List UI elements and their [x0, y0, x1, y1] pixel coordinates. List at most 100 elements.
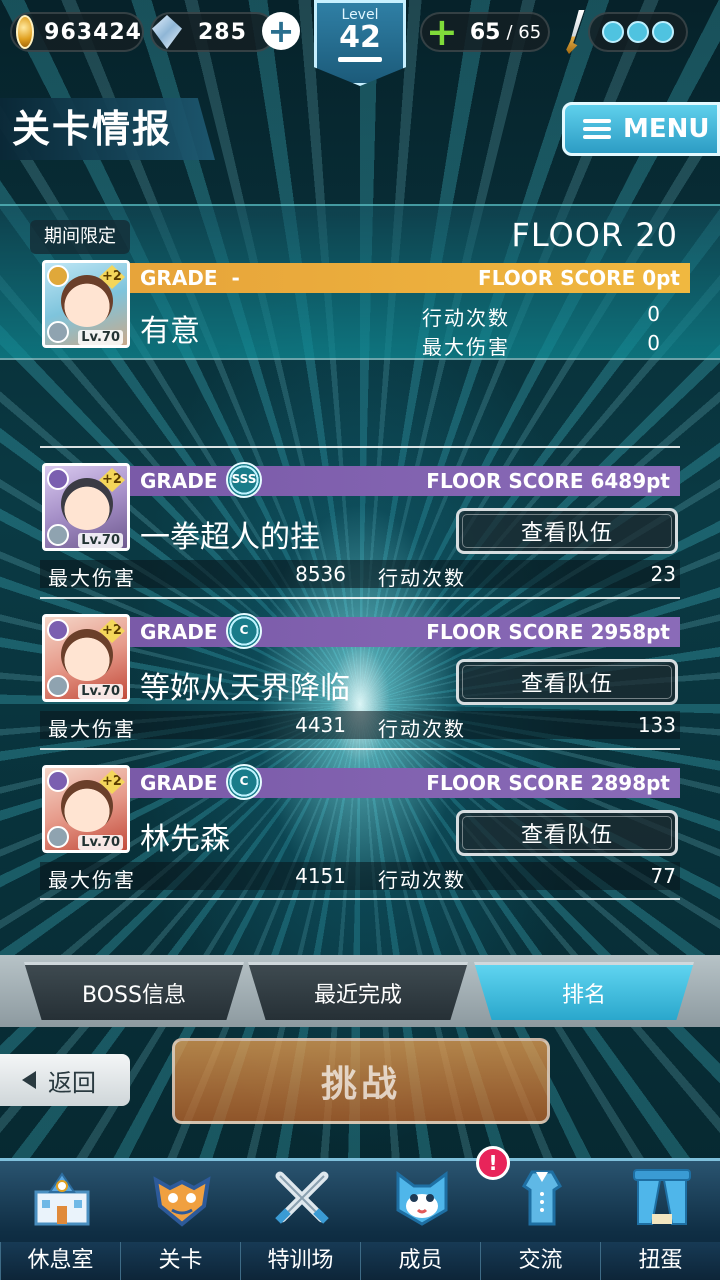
grade-badge-rank: SSS	[231, 472, 257, 486]
weapon-icon	[47, 321, 69, 343]
attribute-icon	[47, 468, 69, 490]
level-tag: Lv.70	[78, 684, 123, 699]
level-value: 42	[339, 20, 381, 55]
max-damage-label: 最大伤害	[48, 566, 136, 590]
divider	[40, 597, 680, 599]
divider	[40, 446, 680, 448]
nav-social[interactable]: 交流	[480, 1162, 600, 1280]
back-label: 返回	[48, 1068, 96, 1097]
tab-boss-info[interactable]: BOSS信息	[24, 962, 244, 1020]
challenge-button[interactable]: 挑战	[172, 1038, 550, 1124]
character-portrait	[61, 780, 113, 832]
stamina-counter: + 65 / 65	[420, 12, 550, 52]
weapon-icon	[47, 524, 69, 546]
page-title: 关卡情报	[0, 98, 215, 160]
divider	[40, 748, 680, 750]
max-damage-value: 4431	[295, 713, 346, 737]
avatar[interactable]: +2 Lv.70	[42, 260, 130, 348]
grade-label: GRADE	[140, 771, 218, 795]
gem-value: 285	[198, 19, 247, 45]
character-portrait	[61, 478, 113, 530]
view-team-button[interactable]: 查看队伍	[456, 508, 678, 554]
back-button[interactable]: 返回	[0, 1054, 130, 1106]
avatar[interactable]: +2 Lv.70	[42, 614, 130, 702]
school-building-icon	[34, 1172, 90, 1226]
level-tag: Lv.70	[78, 330, 123, 345]
player-name: 有意	[140, 314, 200, 349]
gem-counter: 285	[150, 12, 276, 52]
attribute-icon	[47, 770, 69, 792]
actions-label: 行动次数	[422, 306, 510, 330]
max-damage-value: 0	[647, 331, 660, 355]
battle-point-dot	[601, 21, 624, 43]
actions-value: 23	[650, 562, 676, 586]
nav-label: 关卡	[120, 1242, 240, 1280]
view-team-button[interactable]: 查看队伍	[456, 810, 678, 856]
max-damage-label: 最大伤害	[48, 717, 136, 741]
level-tag: Lv.70	[78, 835, 123, 850]
crossed-swords-icon	[275, 1171, 329, 1224]
max-damage-value: 8536	[295, 562, 346, 586]
divider	[40, 898, 680, 900]
ranking-grade-bar: GRADE FLOOR SCORE 2958pt	[130, 617, 680, 647]
player-grade-bar: GRADE - FLOOR SCORE 0pt	[130, 263, 690, 293]
floor-number: 20	[635, 216, 678, 254]
add-gems-button[interactable]: +	[262, 12, 300, 50]
floor-score: FLOOR SCORE 2958pt	[426, 620, 670, 644]
actions-label: 行动次数	[378, 566, 466, 590]
grade-clear-badge: C	[226, 764, 262, 800]
character-portrait	[61, 275, 113, 327]
avatar[interactable]: +2 Lv.70	[42, 463, 130, 551]
coin-value: 963424	[44, 19, 142, 45]
menu-label: MENU	[623, 114, 710, 144]
nav-label: 特训场	[240, 1242, 360, 1280]
actions-value: 77	[650, 864, 676, 888]
battle-point-dot	[652, 21, 675, 43]
floor-label: FLOOR	[511, 216, 625, 254]
stamina-plus-icon[interactable]: +	[426, 13, 458, 51]
stamina-max: / 65	[506, 21, 542, 43]
max-damage-label: 最大伤害	[48, 868, 136, 892]
view-team-button[interactable]: 查看队伍	[456, 659, 678, 705]
floor-score: FLOOR SCORE 0pt	[478, 266, 680, 290]
nav-members[interactable]: 成员	[360, 1162, 480, 1280]
nav-gacha[interactable]: 扭蛋	[600, 1162, 720, 1280]
curtain-stage-icon	[633, 1169, 691, 1225]
grade-badge-rank: C	[239, 774, 249, 788]
weapon-icon	[47, 826, 69, 848]
battle-point-dot	[626, 21, 649, 43]
menu-button[interactable]: MENU	[562, 102, 720, 156]
character-portrait	[61, 629, 113, 681]
floor-score: FLOOR SCORE 2898pt	[426, 771, 670, 795]
max-damage-label: 最大伤害	[422, 335, 510, 359]
grade-label: GRADE	[140, 469, 218, 493]
coin-counter: 963424	[10, 12, 144, 52]
stamina-value: 65	[469, 19, 501, 45]
actions-value: 133	[637, 713, 676, 737]
level-tag: Lv.70	[78, 533, 123, 548]
nav-lounge[interactable]: 休息室	[0, 1162, 120, 1280]
grade-clear-badge: C	[226, 613, 262, 649]
nav-label: 休息室	[0, 1242, 120, 1280]
nav-training[interactable]: 特训场	[240, 1162, 360, 1280]
dress-icon	[522, 1170, 562, 1226]
floor-score: FLOOR SCORE 6489pt	[426, 469, 670, 493]
demon-mask-icon	[153, 1176, 211, 1227]
ranking-grade-bar: GRADE FLOOR SCORE 6489pt	[130, 466, 680, 496]
attribute-icon	[47, 619, 69, 641]
nav-stages[interactable]: 关卡	[120, 1162, 240, 1280]
grade-label: GRADE	[140, 266, 218, 290]
avatar[interactable]: +2 Lv.70	[42, 765, 130, 853]
grade-value: -	[231, 266, 240, 290]
tab-recent-clears[interactable]: 最近完成	[248, 962, 468, 1020]
back-arrow-icon	[22, 1071, 36, 1089]
nav-label: 交流	[480, 1242, 600, 1280]
grade-clear-badge: SSS	[226, 462, 262, 498]
tab-ranking[interactable]: 排名	[474, 962, 694, 1020]
actions-value: 0	[647, 302, 660, 326]
grade-text: GRADE -	[140, 266, 240, 290]
actions-label: 行动次数	[378, 868, 466, 892]
coin-icon	[16, 15, 35, 49]
battle-points	[588, 12, 688, 52]
nav-label: 扭蛋	[600, 1242, 720, 1280]
